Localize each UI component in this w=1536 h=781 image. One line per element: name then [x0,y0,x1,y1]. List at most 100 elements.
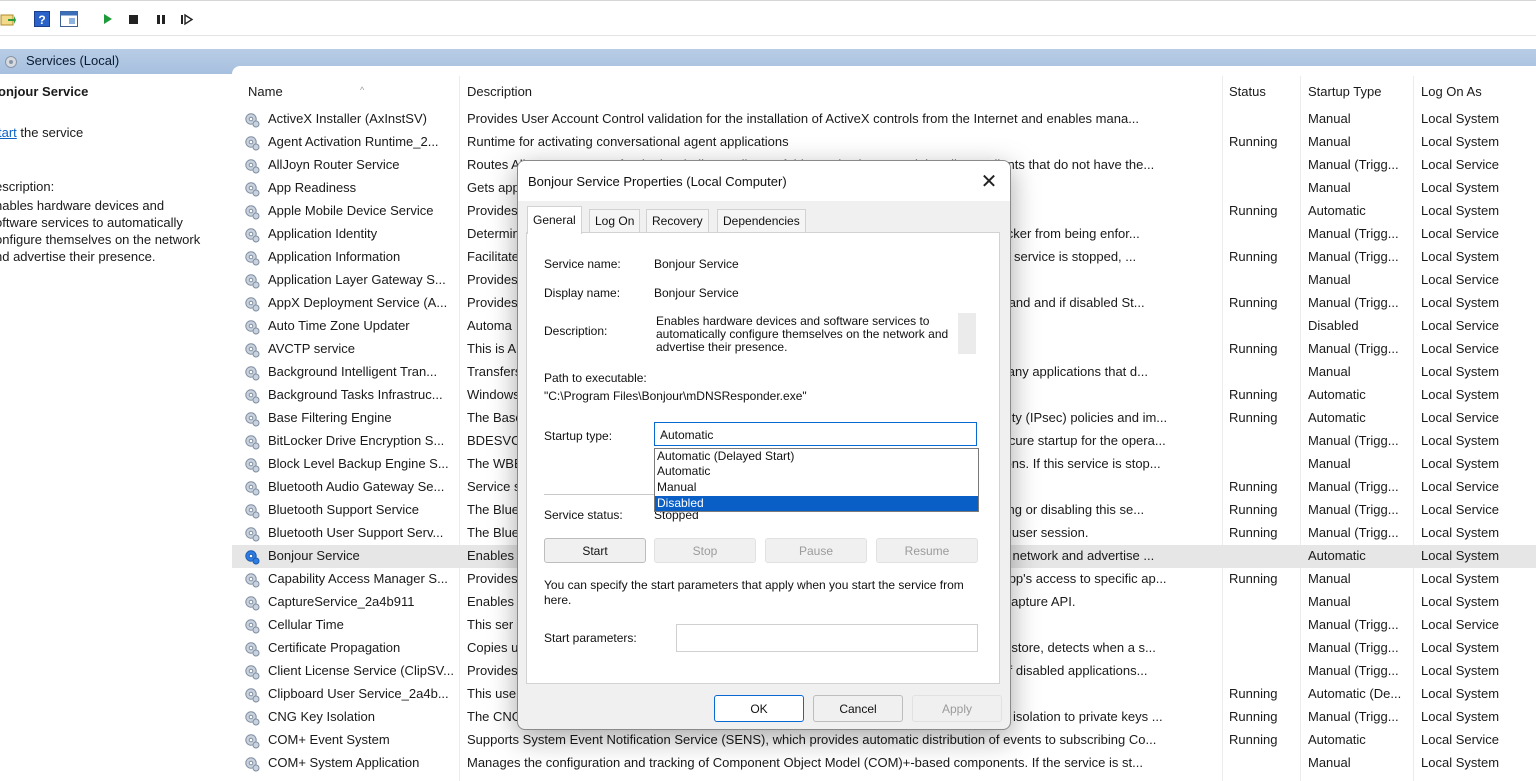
apply-button[interactable]: Apply [912,695,1002,722]
tab-recovery[interactable]: Recovery [646,209,709,233]
service-name: AppX Deployment Service (A... [268,295,448,310]
service-startup-type: Manual [1308,364,1351,379]
svg-text:?: ? [38,13,45,27]
service-gear-icon [245,274,260,289]
service-description: Runtime for activating conversational ag… [467,134,789,149]
start-params-input[interactable] [676,624,978,652]
start-service-suffix: the service [16,125,84,140]
service-gear-icon [245,136,260,151]
service-properties-dialog: Bonjour Service Properties (Local Comput… [517,160,1011,730]
properties-pane-icon[interactable] [60,11,78,27]
service-startup-type: Automatic [1308,548,1366,563]
service-name: Client License Service (ClipSV... [268,663,454,678]
resume-button[interactable]: Resume [876,538,978,563]
ok-button[interactable]: OK [714,695,804,722]
service-log-on-as: Local System [1421,594,1500,609]
column-header-status[interactable]: Status [1229,84,1266,99]
service-name: Bluetooth User Support Serv... [268,525,444,540]
service-row[interactable]: COM+ System Application Manages the confi… [232,752,1536,775]
service-log-on-as: Local System [1421,663,1500,678]
service-log-on-as: Local System [1421,686,1500,701]
option-manual[interactable]: Manual [655,480,978,495]
start-service-line: tart the service [0,125,83,140]
option-automatic-delayed[interactable]: Automatic (Delayed Start) [655,449,978,464]
tab-log-on[interactable]: Log On [589,209,641,233]
service-log-on-as: Local System [1421,640,1500,655]
service-gear-icon [245,182,260,197]
start-service-link[interactable]: tart [0,125,17,140]
service-log-on-as: Local System [1421,571,1500,586]
service-name: Base Filtering Engine [268,410,392,425]
service-log-on-as: Local System [1421,134,1500,149]
service-name: Application Information [268,249,401,264]
service-gear-icon [245,159,260,174]
service-gear-icon [245,711,260,726]
service-gear-icon [245,665,260,680]
service-gear-icon [245,481,260,496]
service-gear-icon [245,688,260,703]
column-header-description[interactable]: Description [467,84,532,99]
service-log-on-as: Local Service [1421,341,1500,356]
service-startup-type: Manual (Trigg... [1308,525,1399,540]
service-name: App Readiness [268,180,357,195]
service-name: Certificate Propagation [268,640,401,655]
service-gear-icon [245,113,260,128]
service-log-on-as: Local Service [1421,732,1500,747]
service-log-on-as: Local System [1421,180,1500,195]
service-gear-icon [245,527,260,542]
service-status: Running [1229,203,1278,218]
stop-service-icon[interactable] [128,11,140,27]
stop-button[interactable]: Stop [654,538,756,563]
service-startup-type: Manual (Trigg... [1308,341,1399,356]
service-name-label: Service name: [544,257,621,271]
column-header-startup-type[interactable]: Startup Type [1308,84,1381,99]
cancel-button[interactable]: Cancel [813,695,903,722]
service-startup-type: Manual [1308,456,1351,471]
service-startup-type: Automatic [1308,387,1366,402]
column-header-log-on-as[interactable]: Log On As [1421,84,1482,99]
service-startup-type: Automatic [1308,203,1366,218]
startup-type-select[interactable]: Automatic ⌄ [654,422,977,446]
pause-button[interactable]: Pause [765,538,867,563]
start-params-hint: You can specify the start parameters tha… [544,578,964,607]
export-list-icon[interactable] [0,11,16,27]
option-disabled[interactable]: Disabled [655,496,978,511]
service-log-on-as: Local Service [1421,502,1500,517]
service-name: Capability Access Manager S... [268,571,448,586]
service-row[interactable]: ActiveX Installer (AxInstSV) Provides Use… [232,108,1536,131]
tab-dependencies[interactable]: Dependencies [717,209,806,233]
service-description-text: nables hardware devices and oftware serv… [0,197,232,265]
service-name: BitLocker Drive Encryption S... [268,433,445,448]
description-textbox[interactable]: Enables hardware devices and software se… [654,313,976,354]
service-name: ActiveX Installer (AxInstSV) [268,111,427,126]
service-name: COM+ Event System [268,732,390,747]
close-icon[interactable]: ✕ [976,169,1002,195]
service-gear-icon [245,619,260,634]
service-log-on-as: Local System [1421,364,1500,379]
service-name: Auto Time Zone Updater [268,318,410,333]
start-service-icon[interactable] [102,11,114,27]
column-header-name[interactable]: Name ^ [248,84,448,99]
service-startup-type: Automatic [1308,732,1366,747]
service-log-on-as: Local Service [1421,272,1500,287]
service-startup-type: Manual [1308,134,1351,149]
start-button[interactable]: Start [544,538,646,563]
service-row[interactable]: Agent Activation Runtime_2... Runtime for… [232,131,1536,154]
restart-service-icon[interactable] [180,11,194,27]
option-automatic[interactable]: Automatic [655,464,978,479]
service-log-on-as: Local System [1421,755,1500,770]
service-gear-icon [245,734,260,749]
service-log-on-as: Local Service [1421,157,1500,172]
service-status: Running [1229,387,1278,402]
help-icon[interactable]: ? [34,11,50,27]
service-gear-icon [245,366,260,381]
service-gear-icon [245,412,260,427]
service-name: AllJoyn Router Service [268,157,400,172]
pause-service-icon[interactable] [155,11,167,27]
tab-general[interactable]: General [527,206,582,234]
chevron-down-icon: ⌄ [660,428,669,439]
service-name: Cellular Time [268,617,344,632]
service-log-on-as: Local Service [1421,226,1500,241]
service-row[interactable]: COM+ Event System Supports System Event N… [232,729,1536,752]
dialog-titlebar[interactable]: Bonjour Service Properties (Local Comput… [518,161,1010,201]
